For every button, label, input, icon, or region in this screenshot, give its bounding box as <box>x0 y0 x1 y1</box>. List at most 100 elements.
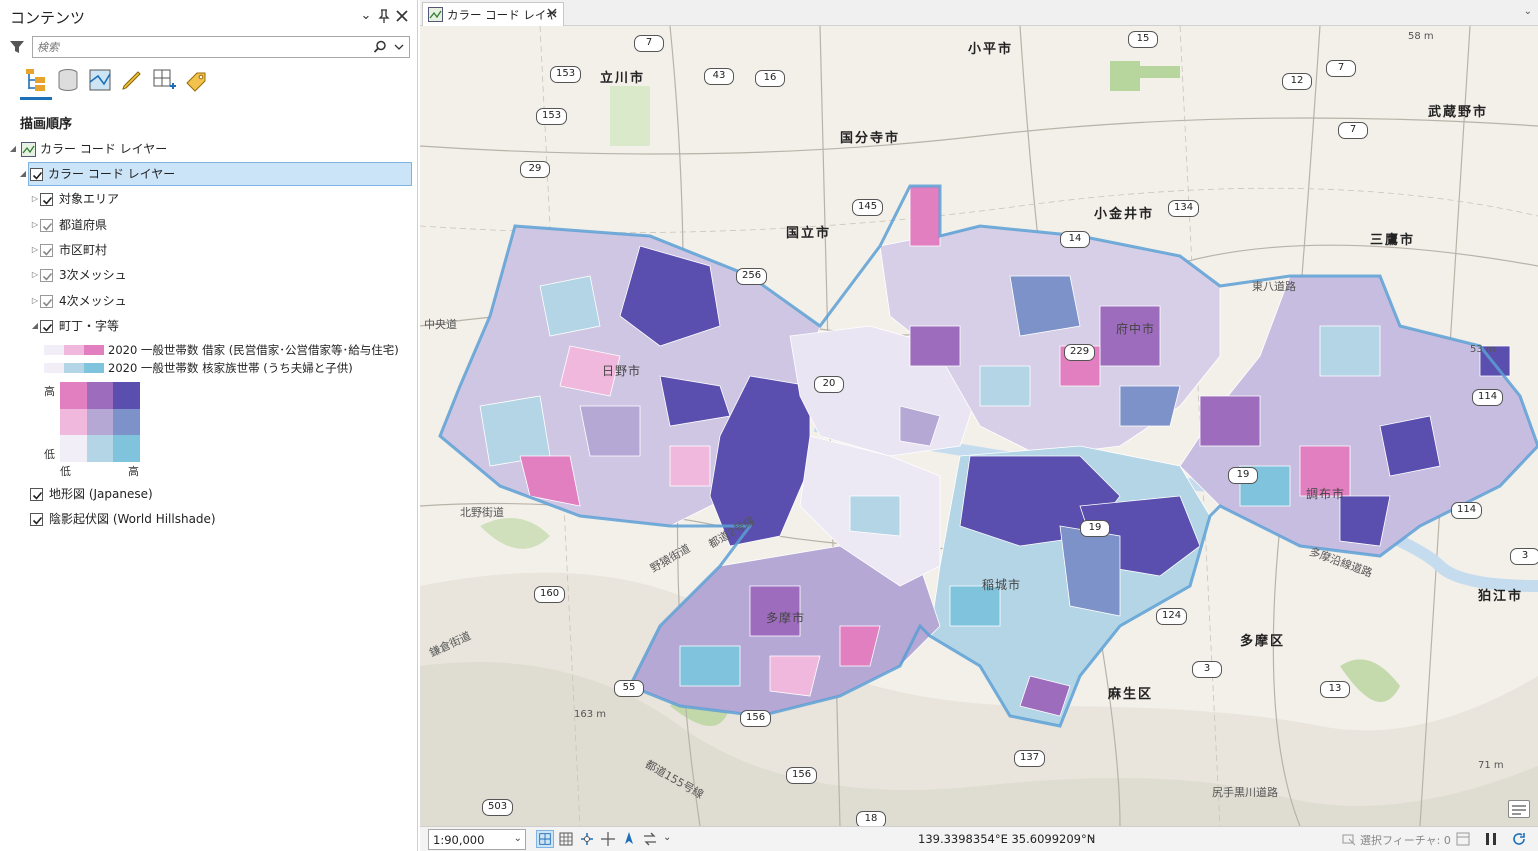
editing-icon[interactable] <box>118 66 146 94</box>
grid-icon[interactable] <box>557 830 575 848</box>
tree-sublayer[interactable]: ▷ 都道府県 <box>30 214 390 236</box>
north-arrow-icon[interactable] <box>620 830 638 848</box>
layer-checkbox[interactable] <box>30 513 43 526</box>
layer-checkbox[interactable] <box>40 269 53 282</box>
legend-swatch-pink <box>44 345 104 355</box>
layer-checkbox[interactable] <box>40 320 53 333</box>
route-shield: 18 <box>856 811 886 826</box>
constraint-icon[interactable] <box>599 830 617 848</box>
legend-swatch-blue <box>44 363 104 373</box>
city-label: 麻生区 <box>1108 687 1154 702</box>
tree-sublayer[interactable]: ◢ 町丁・字等 <box>30 315 390 337</box>
fixed-zoom-icon[interactable] <box>536 830 554 848</box>
labeling-icon[interactable] <box>182 66 210 94</box>
legend-x-high: 高 <box>128 465 139 478</box>
expand-triangle-icon[interactable]: ▷ <box>30 214 40 236</box>
city-label: 国立市 <box>786 226 832 241</box>
layer-checkbox[interactable] <box>30 488 43 501</box>
tree-map-item[interactable]: ◢ カラー コード レイヤー <box>8 138 388 160</box>
map-options-button[interactable] <box>1508 800 1530 818</box>
tree-sublayer[interactable]: ▷ 市区町村 <box>30 239 390 261</box>
layer-checkbox[interactable] <box>40 244 53 257</box>
city-label: 府中市 <box>1116 322 1156 336</box>
section-title: 描画順序 <box>20 117 73 132</box>
route-shield: 12 <box>1282 73 1312 90</box>
route-shield: 7 <box>634 35 664 52</box>
tree-sublayer[interactable]: ▷ 4次メッシュ <box>30 290 390 312</box>
layer-checkbox[interactable] <box>30 168 43 181</box>
pause-drawing-icon[interactable] <box>1482 830 1500 848</box>
pin-icon[interactable] <box>376 8 392 24</box>
route-shield: 7 <box>1326 60 1356 77</box>
matrix-cell <box>86 382 114 409</box>
matrix-cell <box>113 435 140 462</box>
route-shield: 153 <box>536 108 568 125</box>
city-label: 小平市 <box>968 42 1014 57</box>
layer-checkbox[interactable] <box>40 193 53 206</box>
tree-layer-label: カラー コード レイヤー <box>48 167 176 181</box>
data-source-icon[interactable] <box>54 66 82 94</box>
road-label: 北野街道 <box>460 506 504 519</box>
route-shield: 7 <box>1338 122 1368 139</box>
route-shield: 153 <box>550 66 582 83</box>
city-label: 多摩市 <box>766 611 806 625</box>
route-shield: 16 <box>755 70 785 87</box>
legend-label: 2020 一般世帯数 借家 (民営借家･公営借家等･給与住宅) <box>108 343 399 357</box>
coordinate-format-chevron-icon[interactable]: ⌄ <box>1088 831 1096 842</box>
route-shield: 503 <box>482 799 514 816</box>
search-icon[interactable] <box>373 40 387 54</box>
route-shield: 145 <box>852 199 884 216</box>
scale-dropdown[interactable]: 1:90,000 ⌄ <box>428 829 526 850</box>
selection-icon[interactable] <box>86 66 114 94</box>
layer-checkbox[interactable] <box>40 295 53 308</box>
close-pane-icon[interactable] <box>394 8 410 24</box>
refresh-icon[interactable] <box>1510 830 1528 848</box>
collapse-triangle-icon[interactable]: ◢ <box>8 138 18 160</box>
city-label: 日野市 <box>602 364 642 378</box>
drawing-order-icon[interactable] <box>22 66 50 94</box>
bivariate-legend-matrix <box>60 382 140 462</box>
tree-sublayer[interactable]: ▷ 3次メッシュ <box>30 264 390 286</box>
chevron-down-icon[interactable] <box>393 41 405 53</box>
close-tab-icon[interactable] <box>545 6 559 20</box>
filter-icon[interactable] <box>8 38 26 56</box>
road-label: 中央道 <box>424 318 457 331</box>
tree-basemap[interactable]: 地形図 (Japanese) <box>30 483 390 505</box>
legend-x-low: 低 <box>60 465 71 478</box>
city-label: 調布市 <box>1306 487 1346 501</box>
toolbar-more-chevron-icon[interactable]: ⌄ <box>663 832 671 843</box>
route-shield: 29 <box>520 161 550 178</box>
table-view-icon[interactable] <box>1454 830 1472 848</box>
tree-sublayer[interactable]: ▷ 対象エリア <box>30 188 390 210</box>
search-input[interactable] <box>37 38 357 56</box>
route-shield: 160 <box>534 586 566 603</box>
route-shield: 124 <box>1156 608 1188 625</box>
tab-list-chevron-icon[interactable]: ⌄ <box>1524 6 1532 17</box>
expand-triangle-icon[interactable]: ▷ <box>30 239 40 261</box>
pane-options-chevron-icon[interactable]: ⌄ <box>358 8 374 24</box>
city-label: 立川市 <box>600 71 646 86</box>
expand-triangle-icon[interactable]: ▷ <box>30 264 40 286</box>
city-label: 多摩区 <box>1240 634 1286 649</box>
snapping-icon[interactable] <box>150 66 178 94</box>
map-canvas[interactable] <box>420 26 1538 826</box>
refresh-layout-icon[interactable] <box>641 830 659 848</box>
tree-sublayer-label: 4次メッシュ <box>59 294 127 308</box>
collapse-triangle-icon[interactable]: ◢ <box>30 315 40 337</box>
city-label: 小金井市 <box>1094 207 1155 222</box>
elevation-label: 58 m <box>1408 31 1434 42</box>
expand-triangle-icon[interactable]: ▷ <box>30 188 40 210</box>
chevron-down-icon[interactable]: ⌄ <box>514 833 522 844</box>
expand-triangle-icon[interactable]: ▷ <box>30 290 40 312</box>
map-tab[interactable]: カラー コード レイヤー <box>422 2 564 38</box>
city-label: 国分寺市 <box>840 131 901 146</box>
selection-tool-icon[interactable] <box>1340 830 1358 848</box>
tree-basemap[interactable]: 陰影起伏図 (World Hillshade) <box>30 508 390 530</box>
snapping-toggle-icon[interactable] <box>578 830 596 848</box>
layer-checkbox[interactable] <box>40 219 53 232</box>
tree-group-layer[interactable]: ◢ カラー コード レイヤー <box>18 163 398 185</box>
search-box[interactable] <box>32 36 410 58</box>
tree-basemap-label: 地形図 (Japanese) <box>49 487 153 501</box>
collapse-triangle-icon[interactable]: ◢ <box>18 163 28 185</box>
map-view[interactable]: 小平市 立川市 国分寺市 武蔵野市 小金井市 国立市 三鷹市 府中市 日野市 調… <box>420 26 1538 826</box>
